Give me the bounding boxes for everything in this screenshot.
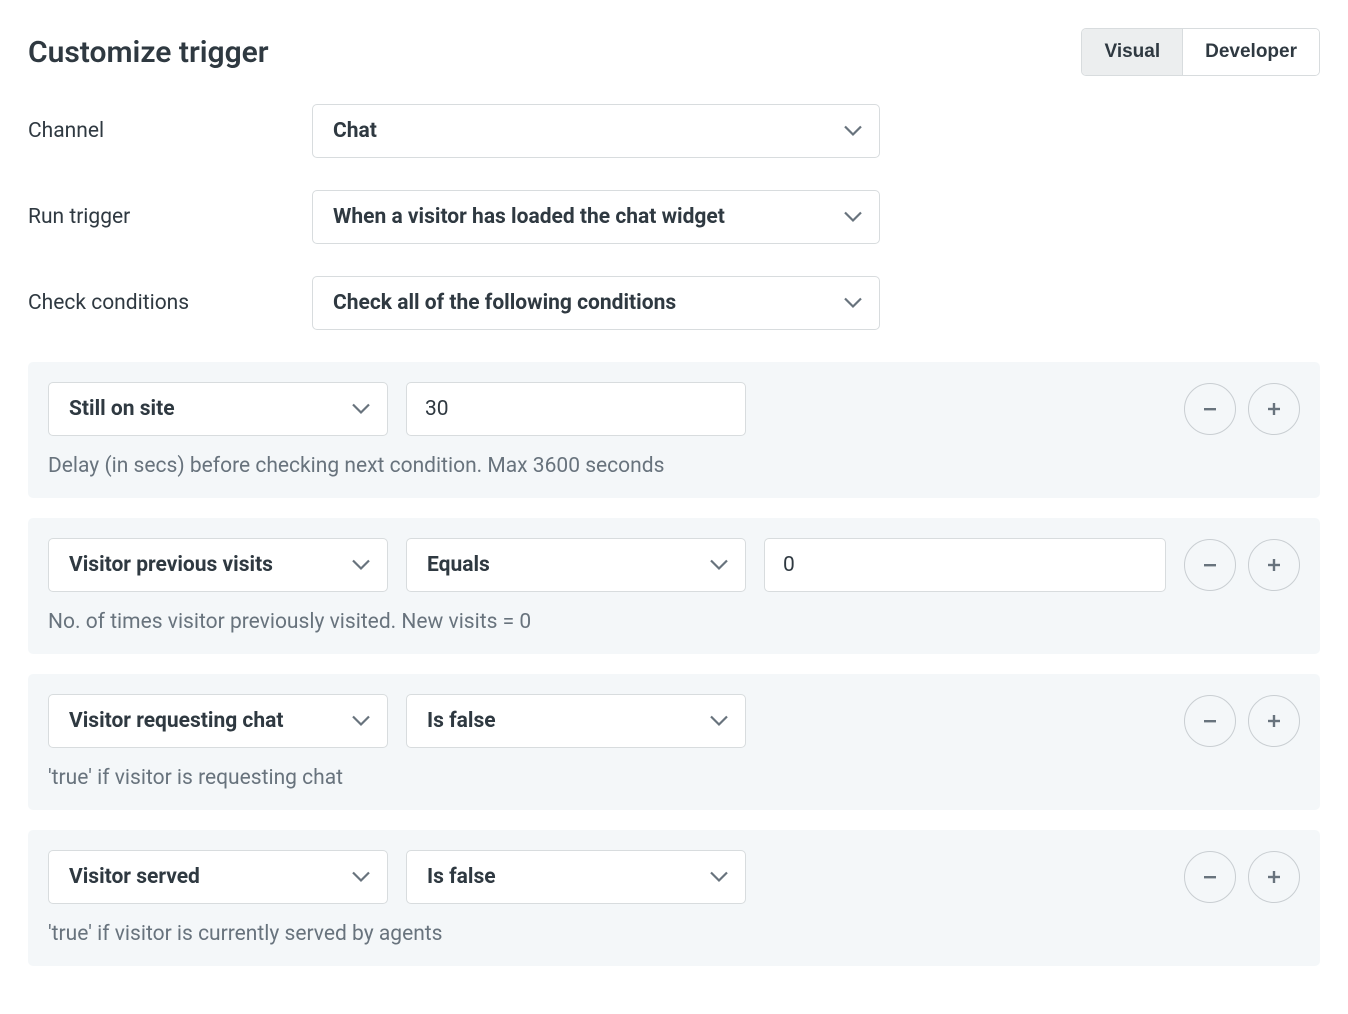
channel-select[interactable]: Chat: [312, 104, 880, 158]
condition-help: 'true' if visitor is currently served by…: [48, 922, 1300, 946]
condition-field-select[interactable]: Visitor previous visits: [48, 538, 388, 592]
condition-help: Delay (in secs) before checking next con…: [48, 454, 1300, 478]
plus-icon: [1266, 869, 1282, 885]
minus-icon: [1202, 869, 1218, 885]
check-conditions-select[interactable]: Check all of the following conditions: [312, 276, 880, 330]
condition-operator-select[interactable]: Equals: [406, 538, 746, 592]
minus-icon: [1202, 713, 1218, 729]
condition-help: 'true' if visitor is requesting chat: [48, 766, 1300, 790]
plus-icon: [1266, 557, 1282, 573]
condition-block: Visitor requesting chat Is false: [28, 674, 1320, 810]
label-run-trigger: Run trigger: [28, 205, 312, 229]
remove-condition-button[interactable]: [1184, 539, 1236, 591]
remove-condition-button[interactable]: [1184, 383, 1236, 435]
minus-icon: [1202, 401, 1218, 417]
run-trigger-select[interactable]: When a visitor has loaded the chat widge…: [312, 190, 880, 244]
add-condition-button[interactable]: [1248, 383, 1300, 435]
plus-icon: [1266, 401, 1282, 417]
condition-field-select[interactable]: Still on site: [48, 382, 388, 436]
condition-block: Visitor previous visits Equals: [28, 518, 1320, 654]
label-check-conditions: Check conditions: [28, 291, 312, 315]
condition-block: Still on site Delay (in secs) before che…: [28, 362, 1320, 498]
label-channel: Channel: [28, 119, 312, 143]
add-condition-button[interactable]: [1248, 851, 1300, 903]
condition-field-select[interactable]: Visitor requesting chat: [48, 694, 388, 748]
condition-operator-select[interactable]: Is false: [406, 694, 746, 748]
tab-developer[interactable]: Developer: [1182, 29, 1319, 75]
condition-operator-select[interactable]: Is false: [406, 850, 746, 904]
add-condition-button[interactable]: [1248, 539, 1300, 591]
page-title: Customize trigger: [28, 35, 269, 70]
condition-field-select[interactable]: Visitor served: [48, 850, 388, 904]
view-toggle: Visual Developer: [1081, 28, 1320, 76]
add-condition-button[interactable]: [1248, 695, 1300, 747]
condition-value-input[interactable]: [764, 538, 1166, 592]
remove-condition-button[interactable]: [1184, 851, 1236, 903]
plus-icon: [1266, 713, 1282, 729]
remove-condition-button[interactable]: [1184, 695, 1236, 747]
condition-value-input[interactable]: [406, 382, 746, 436]
minus-icon: [1202, 557, 1218, 573]
tab-visual[interactable]: Visual: [1082, 29, 1182, 75]
condition-help: No. of times visitor previously visited.…: [48, 610, 1300, 634]
condition-block: Visitor served Is false 'true' i: [28, 830, 1320, 966]
